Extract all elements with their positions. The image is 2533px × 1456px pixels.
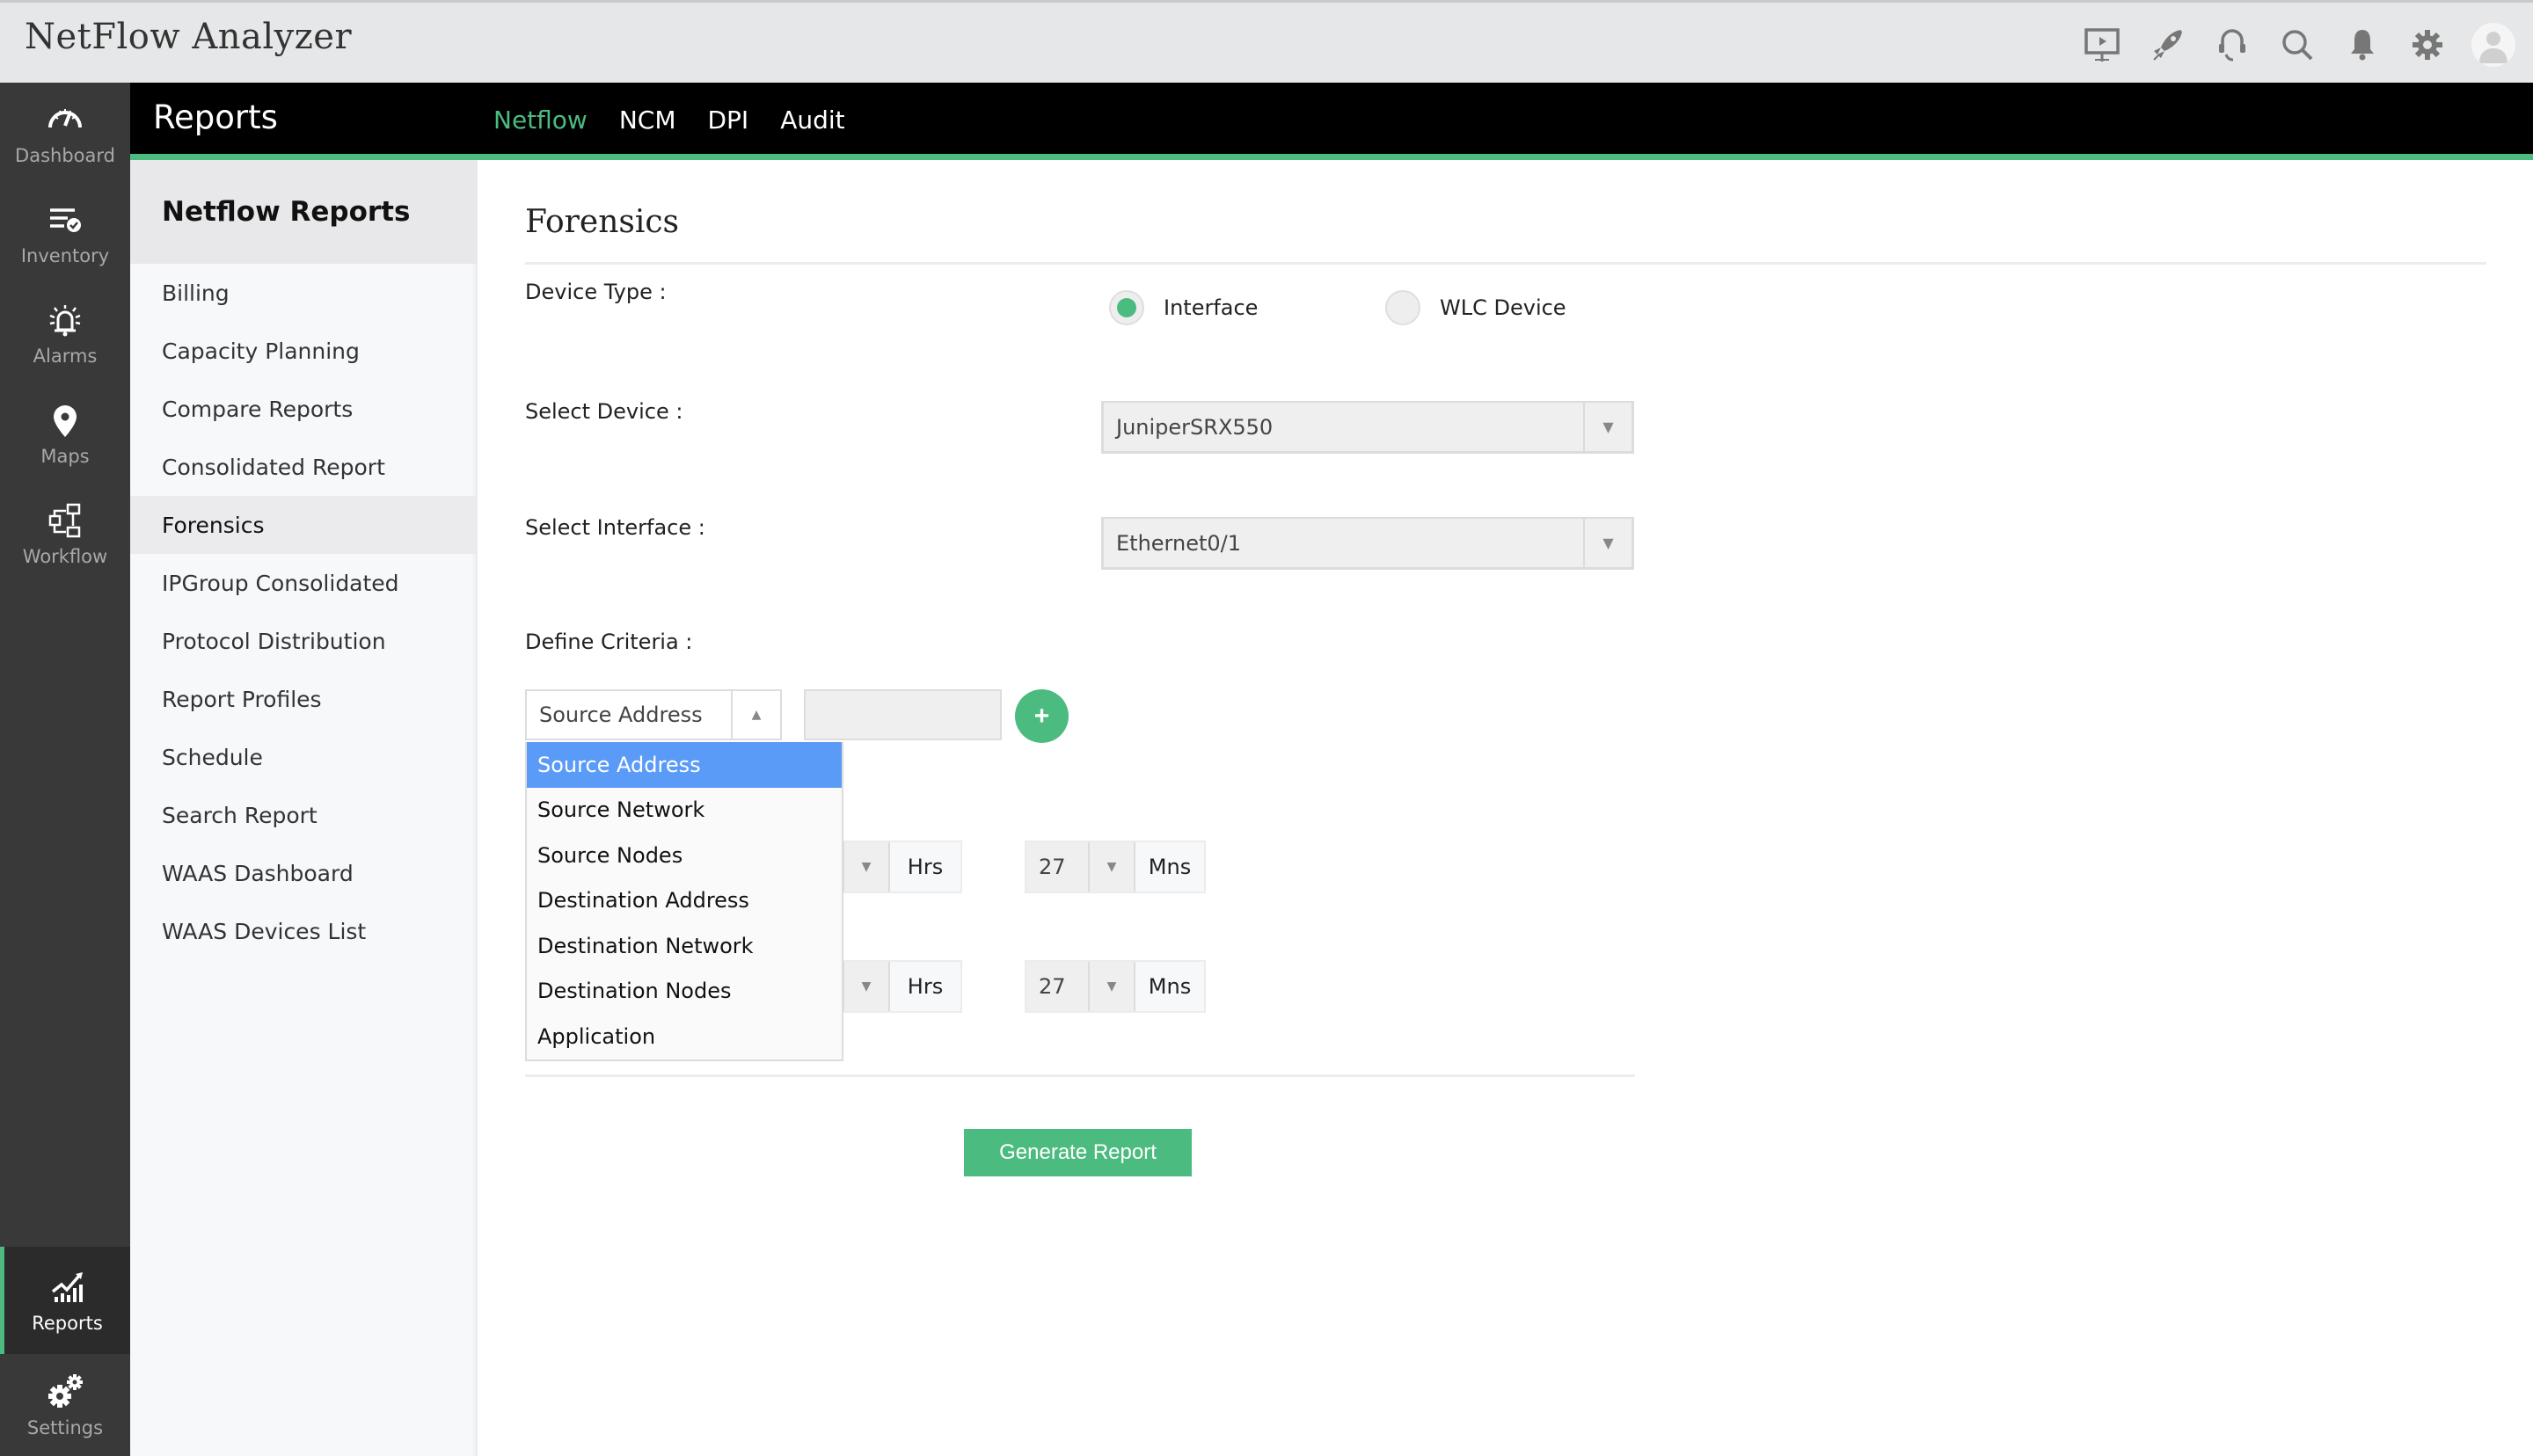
sidebar-item-consolidated-report[interactable]: Consolidated Report [130, 438, 478, 496]
tab-dpi[interactable]: DPI [707, 106, 748, 135]
sidebar-item-waas-dashboard[interactable]: WAAS Dashboard [130, 844, 478, 902]
form-divider [525, 1074, 1635, 1077]
device-select[interactable]: JuniperSRX550 ▼ [1101, 401, 1634, 454]
sidebar-item-billing[interactable]: Billing [130, 264, 478, 322]
sidebar-item-ipgroup-consolidated[interactable]: IPGroup Consolidated [130, 554, 478, 612]
module-title: Reports [153, 98, 278, 136]
reports-chart-icon [51, 1272, 83, 1302]
dropdown-option-source-address[interactable]: Source Address [527, 742, 842, 788]
chevron-down-icon[interactable]: ▼ [843, 962, 890, 1011]
radio-wlc-device[interactable]: WLC Device [1385, 290, 1566, 325]
inventory-list-icon [50, 208, 81, 232]
search-icon[interactable] [2276, 24, 2318, 66]
chevron-down-icon[interactable]: ▼ [1088, 962, 1135, 1011]
radio-interface[interactable]: Interface [1109, 290, 1258, 325]
from-minutes-group: 27 ▼ Mns [1025, 841, 1206, 893]
rail-label: Reports [32, 1313, 103, 1334]
tab-audit[interactable]: Audit [780, 106, 844, 135]
chevron-down-icon[interactable]: ▼ [843, 842, 890, 892]
map-pin-icon [54, 405, 77, 437]
app-title: NetFlow Analyzer [25, 17, 353, 57]
criteria-dropdown-list: Source Address Source Network Source Nod… [525, 742, 843, 1061]
criteria-select-value: Source Address [539, 703, 703, 727]
sidebar-item-forensics[interactable]: Forensics [130, 496, 478, 554]
presentation-icon[interactable] [2081, 24, 2123, 66]
dropdown-option-source-nodes[interactable]: Source Nodes [527, 833, 842, 878]
generate-report-button[interactable]: Generate Report [964, 1129, 1192, 1176]
interface-select-value: Ethernet0/1 [1116, 530, 1242, 556]
rail-label: Alarms [33, 346, 98, 367]
headset-icon[interactable] [2211, 24, 2253, 66]
select-interface-label: Select Interface : [525, 515, 705, 540]
add-criteria-button[interactable]: + [1015, 689, 1069, 743]
rail-label: Dashboard [15, 145, 115, 166]
select-device-label: Select Device : [525, 399, 683, 424]
dropdown-option-destination-nodes[interactable]: Destination Nodes [527, 969, 842, 1015]
sidebar-list: Billing Capacity Planning Compare Report… [130, 264, 478, 960]
rail-label: Inventory [20, 245, 110, 266]
rocket-icon[interactable] [2146, 24, 2188, 66]
rail-item-alarms[interactable]: Alarms [0, 283, 130, 383]
sidebar-item-protocol-distribution[interactable]: Protocol Distribution [130, 612, 478, 670]
rail-item-settings[interactable]: Settings [0, 1354, 130, 1456]
minutes-unit-label: Mns [1135, 842, 1204, 892]
dropdown-option-destination-network[interactable]: Destination Network [527, 923, 842, 969]
chevron-down-icon[interactable]: ▼ [1583, 519, 1631, 567]
from-minutes-value[interactable]: 27 [1026, 842, 1088, 892]
top-bar: NetFlow Analyzer [0, 0, 2533, 83]
criteria-value-input[interactable] [804, 689, 1002, 740]
dropdown-option-source-network[interactable]: Source Network [527, 788, 842, 834]
rail-item-dashboard[interactable]: Dashboard [0, 83, 130, 183]
rail-label: Settings [26, 1417, 104, 1438]
bell-icon[interactable] [2341, 24, 2383, 66]
alarm-bell-icon [49, 305, 81, 337]
sidebar-item-capacity-planning[interactable]: Capacity Planning [130, 322, 478, 380]
gear-icon[interactable] [2406, 24, 2449, 66]
module-header: Reports Netflow NCM DPI Audit [130, 83, 2533, 160]
criteria-select[interactable]: Source Address ▲ [525, 689, 782, 740]
hours-unit-label: Hrs [890, 962, 960, 1011]
rail-label: Workflow [22, 546, 108, 567]
hours-unit-label: Hrs [890, 842, 960, 892]
top-toolbar [2081, 18, 2515, 71]
reports-sidebar: Netflow Reports Billing Capacity Plannin… [130, 160, 478, 1456]
dropdown-option-application[interactable]: Application [527, 1014, 842, 1059]
workflow-icon [48, 503, 81, 538]
page-title: Forensics [525, 204, 680, 240]
radio-label: WLC Device [1440, 295, 1566, 320]
to-minutes-group: 27 ▼ Mns [1025, 960, 1206, 1013]
chevron-down-icon[interactable]: ▼ [1088, 842, 1135, 892]
radio-label: Interface [1164, 295, 1259, 320]
title-divider [525, 262, 2486, 265]
settings-gears-icon [48, 1374, 83, 1408]
device-select-value: JuniperSRX550 [1116, 414, 1274, 440]
rail-item-inventory[interactable]: Inventory [0, 183, 130, 283]
sidebar-item-waas-devices-list[interactable]: WAAS Devices List [130, 902, 478, 960]
to-minutes-value[interactable]: 27 [1026, 962, 1088, 1011]
radio-checked-icon[interactable] [1109, 290, 1144, 325]
tab-ncm[interactable]: NCM [619, 106, 676, 135]
minutes-unit-label: Mns [1135, 962, 1204, 1011]
sidebar-item-report-profiles[interactable]: Report Profiles [130, 670, 478, 728]
device-type-label: Device Type : [525, 280, 667, 304]
rail-label: Maps [40, 446, 90, 467]
sidebar-item-compare-reports[interactable]: Compare Reports [130, 380, 478, 438]
module-tabs: Netflow NCM DPI Audit [493, 106, 845, 135]
interface-select[interactable]: Ethernet0/1 ▼ [1101, 517, 1634, 570]
rail-item-maps[interactable]: Maps [0, 383, 130, 484]
tab-netflow[interactable]: Netflow [493, 106, 588, 135]
sidebar-item-schedule[interactable]: Schedule [130, 728, 478, 786]
define-criteria-label: Define Criteria : [525, 630, 693, 654]
rail-item-reports[interactable]: Reports [0, 1247, 130, 1354]
rail-item-workflow[interactable]: Workflow [0, 484, 130, 584]
sidebar-item-search-report[interactable]: Search Report [130, 786, 478, 844]
user-avatar-icon[interactable] [2471, 23, 2515, 67]
dashboard-gauge-icon [48, 109, 82, 128]
dropdown-option-destination-address[interactable]: Destination Address [527, 878, 842, 924]
sidebar-title: Netflow Reports [130, 160, 478, 264]
chevron-down-icon[interactable]: ▼ [1583, 403, 1631, 451]
radio-unchecked-icon[interactable] [1385, 290, 1420, 325]
chevron-up-icon[interactable]: ▲ [731, 691, 780, 739]
left-rail: Dashboard Inventory Alarms Maps Workflow… [0, 83, 130, 1456]
